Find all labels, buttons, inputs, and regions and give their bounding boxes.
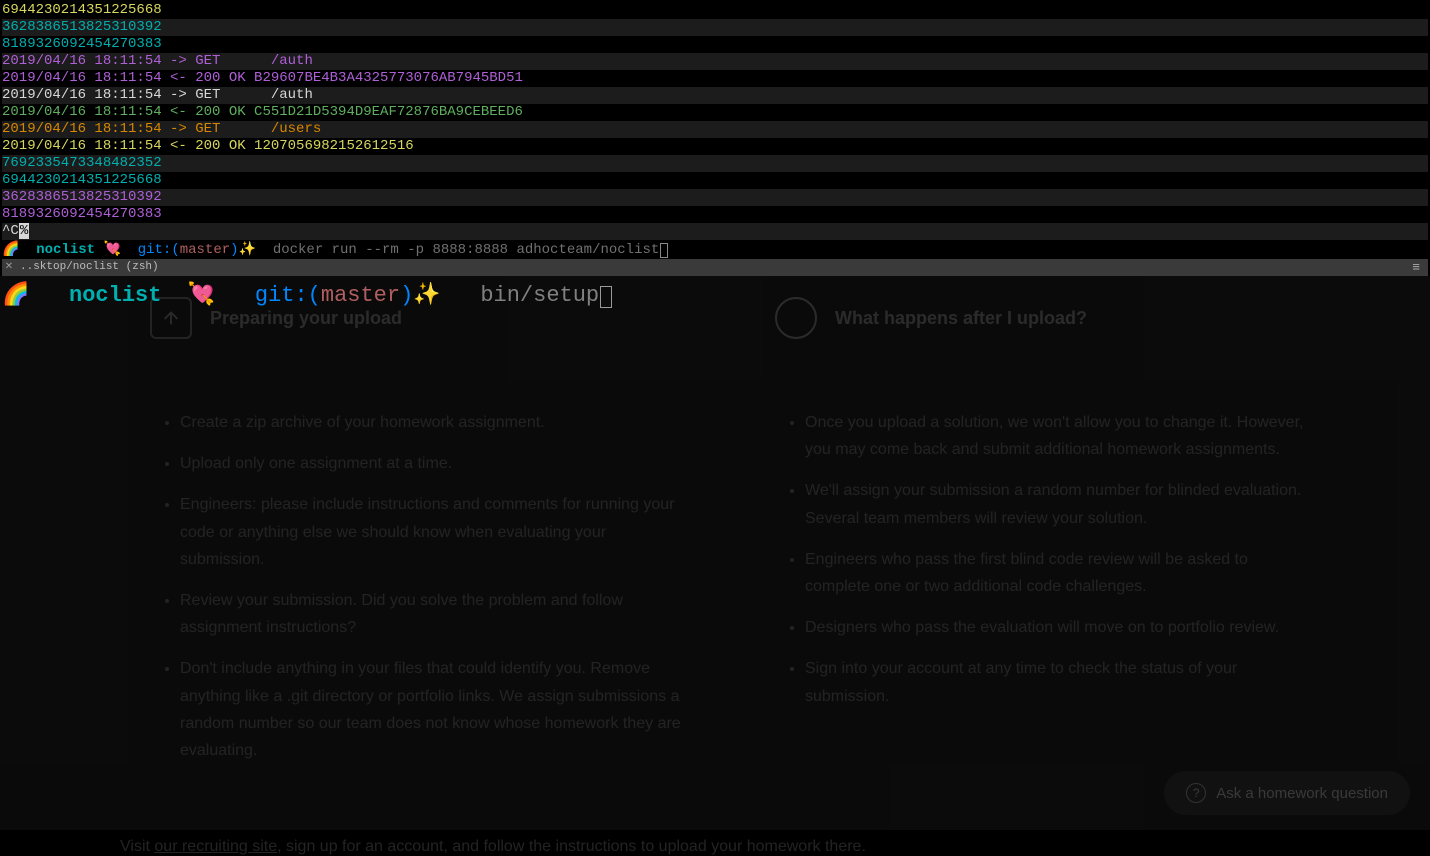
terminal-top-pane[interactable]: 6944230214351225668362838651382531039281… <box>0 0 1430 276</box>
terminal-log-line: 6944230214351225668 <box>2 2 1428 19</box>
heart-icon: 💘 <box>188 283 215 308</box>
bg-col-right: What happens after I upload? Once you up… <box>745 297 1310 778</box>
git-prefix: git:( <box>255 283 321 308</box>
heart-icon: 💘 <box>103 242 120 258</box>
list-item: Designers who pass the evaluation will m… <box>805 614 1310 641</box>
terminal-log-line: 2019/04/16 18:11:54 <- 200 OK 1207056982… <box>2 138 1428 155</box>
bg-col1-title: Preparing your upload <box>210 308 402 329</box>
rainbow-icon: 🌈 <box>2 242 19 258</box>
ask-question-fab[interactable]: ? Ask a homework question <box>1164 771 1410 815</box>
sparkle-icon: ✨ <box>239 242 256 258</box>
list-item: Engineers who pass the first blind code … <box>805 546 1310 600</box>
prompt-top[interactable]: 🌈 noclist 💘 git:(master)✨ docker run --r… <box>2 240 1428 259</box>
bg-footer: Visit our recruiting site, sign up for a… <box>120 838 1310 856</box>
bg-footer-suffix: , sign up for an account, and follow the… <box>277 838 866 855</box>
cursor-icon <box>660 243 668 258</box>
terminal-log-line: 2019/04/16 18:11:54 <- 200 OK C551D21D53… <box>2 104 1428 121</box>
git-prefix: git:( <box>138 242 180 258</box>
terminal-bottom-pane[interactable]: 🌈 noclist 💘 git:(master)✨ bin/setup <box>0 276 1430 310</box>
fab-label: Ask a homework question <box>1216 785 1388 802</box>
list-item: Don't include anything in your files tha… <box>180 655 685 764</box>
prompt-command: bin/setup <box>480 283 599 308</box>
terminal-log-line: 2019/04/16 18:11:54 -> GET /auth <box>2 53 1428 70</box>
list-item: We'll assign your submission a random nu… <box>805 477 1310 531</box>
list-item: Upload only one assignment at a time. <box>180 450 685 477</box>
bg-recruiting-link[interactable]: our recruiting site <box>154 838 277 855</box>
bg-col2-title: What happens after I upload? <box>835 308 1087 329</box>
question-icon: ? <box>1186 783 1206 803</box>
list-item: Review your submission. Did you solve th… <box>180 587 685 641</box>
close-pane-icon[interactable]: ✕ <box>2 259 16 276</box>
status-title: ..sktop/noclist (zsh) <box>16 259 159 276</box>
git-branch: master <box>321 283 400 308</box>
prompt-command: docker run --rm -p 8888:8888 adhocteam/n… <box>273 242 659 258</box>
prompt-dir: noclist <box>36 242 95 258</box>
rainbow-icon: 🌈 <box>2 283 29 308</box>
terminal-log-line: 3628386513825310392 <box>2 19 1428 36</box>
terminal-log-line: 3628386513825310392 <box>2 189 1428 206</box>
terminal-log-line: 7692335473348482352 <box>2 155 1428 172</box>
cursor-icon <box>600 286 612 308</box>
menu-icon[interactable]: ≡ <box>1412 259 1428 276</box>
git-branch: master <box>180 242 230 258</box>
terminal-log-line: 2019/04/16 18:11:54 -> GET /users <box>2 121 1428 138</box>
list-item: Create a zip archive of your homework as… <box>180 409 685 436</box>
bg-footer-prefix: Visit <box>120 838 154 855</box>
bg-col-left: Preparing your upload Create a zip archi… <box>120 297 685 778</box>
terminal-log-line: 2019/04/16 18:11:54 <- 200 OK B29607BE4B… <box>2 70 1428 87</box>
prompt-dir: noclist <box>69 283 161 308</box>
terminal-log-line: 2019/04/16 18:11:54 -> GET /auth <box>2 87 1428 104</box>
sparkle-icon: ✨ <box>413 283 440 308</box>
prompt-bottom[interactable]: 🌈 noclist 💘 git:(master)✨ bin/setup <box>2 282 1428 310</box>
terminal-log-line: 6944230214351225668 <box>2 172 1428 189</box>
list-item: Engineers: please include instructions a… <box>180 491 685 573</box>
interrupt-line: ^C% <box>2 223 1428 240</box>
terminal-log: 6944230214351225668362838651382531039281… <box>2 2 1428 223</box>
terminal-log-line: 8189326092454270383 <box>2 36 1428 53</box>
terminal-log-line: 8189326092454270383 <box>2 206 1428 223</box>
bg-list-right: Once you upload a solution, we won't all… <box>745 409 1310 710</box>
tmux-status-bar[interactable]: ✕ ..sktop/noclist (zsh) ≡ <box>2 259 1428 276</box>
git-suffix: ) <box>400 283 413 308</box>
list-item: Once you upload a solution, we won't all… <box>805 409 1310 463</box>
list-item: Sign into your account at any time to ch… <box>805 655 1310 709</box>
bg-columns: Preparing your upload Create a zip archi… <box>120 297 1310 778</box>
git-suffix: ) <box>230 242 238 258</box>
bg-list-left: Create a zip archive of your homework as… <box>120 409 685 764</box>
